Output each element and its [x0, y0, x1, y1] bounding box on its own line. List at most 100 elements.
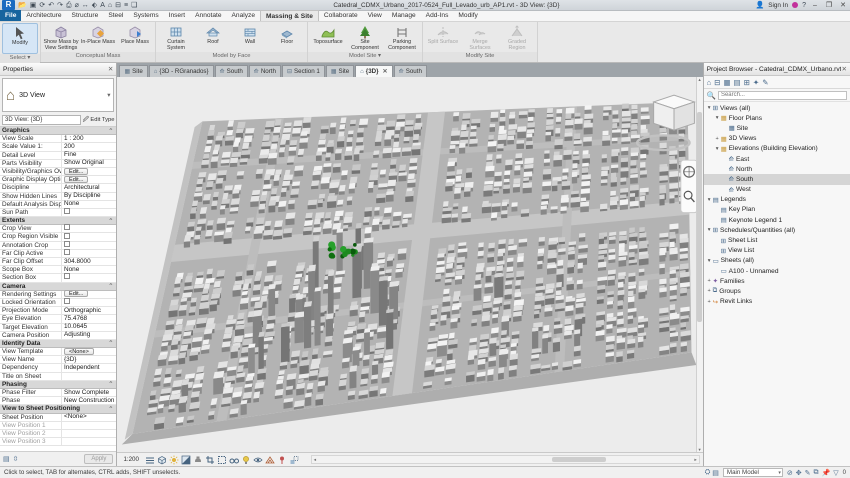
user-avatar-icon[interactable]: 👤 [755, 1, 764, 10]
expand-icon[interactable]: + [714, 136, 721, 142]
checkbox[interactable] [64, 241, 70, 247]
home-icon[interactable]: ⌂ [707, 78, 712, 87]
tree-item-key-plan[interactable]: ▤Key Plan [704, 205, 850, 215]
schedules-icon[interactable]: ⊞ [744, 78, 750, 87]
tree-item-sheet-list[interactable]: ⊞Sheet List [704, 235, 850, 245]
tree-item-revit-links[interactable]: +↪Revit Links [704, 297, 850, 307]
drawing-area[interactable]: ▲▼ [117, 77, 702, 452]
property-value[interactable] [62, 208, 116, 217]
displacement-icon[interactable] [289, 454, 300, 465]
type-selector[interactable]: ⌂ 3D View ▾ [2, 78, 114, 112]
property-value[interactable]: New Construction [62, 397, 116, 405]
collapse-icon[interactable]: ▾ [706, 227, 713, 233]
view-tab-section-1[interactable]: ⊟Section 1 [282, 65, 325, 77]
close-icon[interactable]: ✕ [841, 65, 847, 73]
ribbon-tab-add-ins[interactable]: Add-Ins [421, 10, 454, 21]
temporary-hide-icon[interactable] [229, 454, 240, 465]
ribbon-button-floor[interactable]: Floor [269, 23, 305, 52]
ribbon-tab-analyze[interactable]: Analyze [227, 10, 260, 21]
tree-item-site[interactable]: ▦Site [704, 123, 850, 133]
checkbox[interactable] [64, 224, 70, 230]
restore-button[interactable]: ❐ [824, 1, 834, 9]
ribbon-button-toposurface[interactable]: Toposurface [310, 23, 346, 52]
tree-item-a100-unnamed[interactable]: ▭A100 - Unnamed [704, 266, 850, 276]
tree-item-west[interactable]: ⟰West [704, 185, 850, 195]
sheets-icon[interactable]: ▤ [734, 78, 741, 87]
families-icon[interactable]: ✦ [753, 78, 759, 87]
view-tab-site[interactable]: ▦Site [119, 65, 147, 77]
edit-button[interactable]: <None> [64, 348, 94, 355]
collapse-icon[interactable]: ▾ [706, 197, 713, 203]
section-icon[interactable]: ⊟ [115, 1, 121, 10]
scrollbar-thumb[interactable] [697, 112, 702, 322]
detail-level-icon[interactable] [145, 454, 156, 465]
measure-icon[interactable]: ⌀ [75, 1, 79, 10]
views-icon[interactable]: ▦ [723, 78, 730, 87]
view-tab-south[interactable]: ⟰South [394, 65, 427, 77]
close-tab-icon[interactable]: ✕ [383, 68, 388, 75]
view-tab-north[interactable]: ⟰North [249, 65, 281, 77]
close-button[interactable]: ✕ [838, 1, 848, 9]
tree-item-schedules-quantities-all[interactable]: ▾⊞Schedules/Quantities (all) [704, 225, 850, 235]
help-icon[interactable]: ? [802, 1, 806, 10]
design-options-select[interactable]: Main Model [723, 468, 783, 477]
property-value[interactable]: Independent [62, 364, 116, 372]
reveal-hidden-icon[interactable] [241, 454, 252, 465]
collapse-icon[interactable]: ⌃ [108, 405, 116, 413]
expand-icon[interactable]: + [706, 278, 713, 284]
tree-item-view-list[interactable]: ⊞View List [704, 246, 850, 256]
properties-help-icon[interactable]: ▤ [3, 455, 10, 463]
temporary-view-icon[interactable] [253, 454, 264, 465]
close-icon[interactable]: ✕ [108, 65, 114, 73]
ribbon-button-roof[interactable]: Roof [195, 23, 231, 52]
property-value[interactable]: Adjusting [62, 331, 116, 339]
active-workset-icon[interactable]: ▤ [712, 469, 719, 477]
tree-item-east[interactable]: ⟰East [704, 154, 850, 164]
property-value[interactable]: 75.4768 [62, 315, 116, 323]
tree-item-south[interactable]: ⟰South [704, 174, 850, 184]
redo-icon[interactable]: ↷ [57, 1, 63, 10]
tree-item-sheets-all[interactable]: ▾▭Sheets (all) [704, 256, 850, 266]
sync-icon[interactable]: ⟳ [39, 1, 45, 10]
property-value[interactable]: Show Complete [62, 389, 116, 397]
press-drag-icon[interactable]: ✥ [796, 469, 802, 477]
app-menu-button[interactable]: R [2, 0, 15, 10]
search-input[interactable] [718, 91, 847, 100]
tree-item-legends[interactable]: ▾▤Legends [704, 195, 850, 205]
expand-all-icon[interactable]: ⇳ [13, 455, 19, 463]
constraints-icon[interactable] [277, 454, 288, 465]
property-value[interactable]: Orthographic [62, 307, 116, 315]
ribbon-button-show-mass-by-view-settings[interactable]: Show Mass by View Settings [43, 23, 79, 52]
ribbon-button-parking-component[interactable]: Parking Component [384, 23, 420, 52]
print-icon[interactable]: ⎙ [66, 1, 72, 10]
ribbon-tab-systems[interactable]: Systems [128, 10, 163, 21]
property-value[interactable]: Edit... [62, 176, 116, 184]
undo-icon[interactable]: ↶ [48, 1, 54, 10]
tree-item-north[interactable]: ⟰North [704, 164, 850, 174]
ribbon-button-split-surface[interactable]: Split Surface [425, 23, 461, 52]
default-3d-view-icon[interactable]: ⌂ [108, 1, 112, 10]
ribbon-button-site-component[interactable]: Site Component [347, 23, 383, 52]
open-icon[interactable]: 📂 [18, 1, 27, 10]
expand-icon[interactable]: + [706, 299, 713, 305]
tree-item-elevations-building-elevation[interactable]: ▾▦Elevations (Building Elevation) [704, 144, 850, 154]
ribbon-button-wall[interactable]: Wall [232, 23, 268, 52]
property-value[interactable]: <None> [62, 348, 116, 356]
sun-path-icon[interactable] [169, 454, 180, 465]
vertical-scrollbar[interactable]: ▲▼ [696, 77, 703, 452]
select-pinned-icon[interactable]: 📌 [822, 469, 831, 477]
tree-item-groups[interactable]: +⧉Groups [704, 286, 850, 296]
ribbon-tab-view[interactable]: View [363, 10, 387, 21]
property-value[interactable]: Architectural [62, 184, 116, 192]
checkbox[interactable] [64, 233, 70, 239]
collapse-icon[interactable]: ▾ [706, 258, 713, 264]
ribbon-tab-steel[interactable]: Steel [103, 10, 128, 21]
property-value[interactable]: By Discipline [62, 192, 116, 200]
collapse-icon[interactable]: ⊟ [714, 78, 720, 87]
filter-icon[interactable]: ▽ [833, 469, 838, 477]
ribbon-tab-insert[interactable]: Insert [164, 10, 191, 21]
ribbon-button-merge-surfaces[interactable]: Merge Surfaces [462, 23, 498, 52]
minimize-button[interactable]: – [810, 2, 820, 9]
shadows-icon[interactable] [181, 454, 192, 465]
tree-item-families[interactable]: +✦Families [704, 276, 850, 286]
